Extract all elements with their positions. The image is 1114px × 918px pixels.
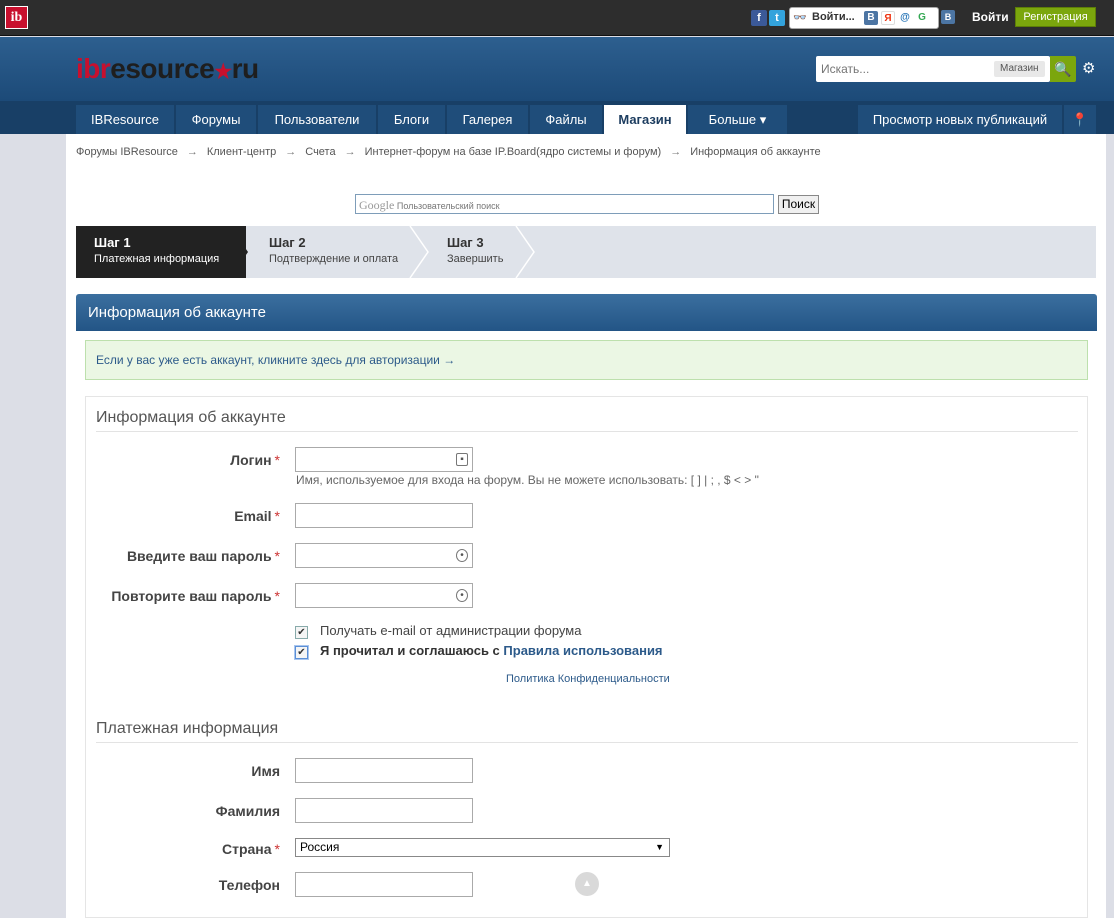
- breadcrumb-item[interactable]: Интернет-форум на базе IP.Board(ядро сис…: [365, 146, 662, 158]
- site-logo[interactable]: ibresource★ru: [76, 53, 259, 85]
- mailru-icon[interactable]: @: [898, 11, 912, 25]
- phone-label: Телефон: [218, 877, 280, 893]
- step-1-subtitle: Платежная информация: [94, 253, 220, 265]
- terms-label: Я прочитал и соглашаюсь с Правила исполь…: [320, 643, 663, 658]
- step-3-title: Шаг 3: [447, 235, 484, 250]
- step-1-title: Шаг 1: [94, 235, 131, 250]
- scroll-top-icon[interactable]: ▲: [575, 872, 599, 896]
- register-button[interactable]: Регистрация: [1015, 7, 1096, 27]
- breadcrumb-separator: →: [344, 146, 356, 158]
- gear-icon[interactable]: ⚙: [1082, 59, 1095, 77]
- breadcrumb-separator: →: [285, 146, 297, 158]
- step-3: Шаг 3 Завершить: [447, 226, 527, 278]
- first-name-label: Имя: [251, 763, 280, 779]
- account-header: Информация об аккаунте: [76, 294, 1097, 331]
- map-pin-icon[interactable]: 📍: [1064, 105, 1096, 134]
- search-input[interactable]: [818, 58, 988, 80]
- password-manager-icon: •: [456, 549, 468, 562]
- site-header: ibresource★ru Магазин 🔍 ⚙: [0, 37, 1114, 101]
- google-search-input[interactable]: Google Пользовательский поиск: [355, 194, 774, 214]
- login-field[interactable]: ▪: [295, 447, 473, 472]
- last-name-field[interactable]: [295, 798, 473, 823]
- step-1: Шаг 1 Платежная информация: [76, 226, 246, 278]
- loginza-label: Войти...: [812, 11, 855, 23]
- twitter-icon[interactable]: t: [769, 10, 785, 26]
- vkontakte-icon[interactable]: В: [864, 11, 878, 25]
- admin-mail-checkbox[interactable]: ✔: [295, 626, 308, 639]
- country-label: Страна *: [222, 841, 280, 857]
- nav-forums[interactable]: Форумы: [176, 105, 256, 134]
- step-2: Шаг 2 Подтверждение и оплата: [269, 226, 419, 278]
- step-1-arrow: [230, 226, 248, 278]
- login-hint: Имя, используемое для входа на форум. Вы…: [296, 473, 759, 487]
- admin-mail-label: Получать e-mail от администрации форума: [320, 623, 582, 638]
- step-2-title: Шаг 2: [269, 235, 306, 250]
- terms-link[interactable]: Правила использования: [503, 643, 662, 658]
- privacy-policy-link[interactable]: Политика Конфиденциальности: [506, 673, 670, 685]
- breadcrumb-separator: →: [186, 146, 198, 158]
- nav-shop[interactable]: Магазин: [604, 105, 686, 134]
- nav-blogs[interactable]: Блоги: [378, 105, 445, 134]
- contact-card-icon: ▪: [456, 453, 468, 466]
- nav-more[interactable]: Больше ▾: [688, 105, 787, 134]
- nav-files[interactable]: Файлы: [530, 105, 602, 134]
- password-repeat-field[interactable]: •: [295, 583, 473, 608]
- breadcrumb-current: Информация об аккаунте: [690, 146, 821, 158]
- ib-logo[interactable]: ib: [5, 6, 28, 29]
- google-search-button[interactable]: Поиск: [778, 195, 819, 214]
- password-repeat-label: Повторите ваш пароль *: [111, 588, 280, 604]
- terms-checkbox[interactable]: ✔: [295, 646, 308, 659]
- divider: [96, 431, 1078, 432]
- login-label: Логин *: [230, 452, 280, 468]
- breadcrumb-separator: →: [670, 146, 682, 158]
- yandex-icon[interactable]: Я: [881, 11, 895, 25]
- step-3-subtitle: Завершить: [447, 253, 504, 265]
- breadcrumb: Форумы IBResource → Клиент-центр → Счета → Инт…: [76, 146, 821, 158]
- google-search-placeholder: Пользовательский поиск: [396, 201, 500, 211]
- email-label: Email *: [234, 508, 280, 524]
- view-new-content-link[interactable]: Просмотр новых публикаций: [858, 105, 1062, 134]
- login-notice-link[interactable]: Если у вас уже есть аккаунт, кликните зд…: [85, 340, 1088, 380]
- sign-in-link[interactable]: Войти: [972, 10, 1009, 24]
- star-icon: ★: [214, 61, 232, 83]
- account-section-title: Информация об аккаунте: [96, 409, 286, 426]
- country-select[interactable]: Россия ▼: [295, 838, 670, 857]
- loginza-widget[interactable]: 👓 Войти... В Я @ G: [789, 7, 939, 29]
- dropdown-arrow-icon: ▼: [655, 842, 664, 852]
- billing-section-title: Платежная информация: [96, 720, 279, 737]
- breadcrumb-item[interactable]: Счета: [305, 146, 335, 158]
- top-bar: ib f t 👓 Войти... В Я @ G B Войти Регист…: [0, 0, 1114, 36]
- search-box: Магазин: [816, 56, 1050, 82]
- search-scope-badge[interactable]: Магазин: [994, 61, 1045, 77]
- password-manager-icon: •: [456, 589, 468, 602]
- breadcrumb-item[interactable]: Форумы IBResource: [76, 146, 178, 158]
- checkout-steps: Шаг 1 Платежная информация Шаг 2 Подтвер…: [76, 226, 1096, 278]
- first-name-field[interactable]: [295, 758, 473, 783]
- nav-users[interactable]: Пользователи: [258, 105, 376, 134]
- google-logo: Google: [359, 198, 395, 212]
- loginza-icon: 👓: [793, 12, 807, 24]
- password-field[interactable]: •: [295, 543, 473, 568]
- facebook-icon[interactable]: f: [751, 10, 767, 26]
- divider: [96, 742, 1078, 743]
- search-icon[interactable]: 🔍: [1050, 56, 1076, 82]
- password-label: Введите ваш пароль *: [126, 548, 280, 564]
- last-name-label: Фамилия: [215, 803, 280, 819]
- breadcrumb-item[interactable]: Клиент-центр: [207, 146, 276, 158]
- google-icon[interactable]: G: [915, 11, 929, 25]
- nav-gallery[interactable]: Галерея: [447, 105, 528, 134]
- email-field[interactable]: [295, 503, 473, 528]
- phone-field[interactable]: [295, 872, 473, 897]
- vk-icon[interactable]: B: [941, 10, 955, 24]
- main-nav: IBResource Форумы Пользователи Блоги Гал…: [0, 101, 1114, 134]
- nav-ibresource[interactable]: IBResource: [76, 105, 174, 134]
- step-2-subtitle: Подтверждение и оплата: [269, 253, 399, 265]
